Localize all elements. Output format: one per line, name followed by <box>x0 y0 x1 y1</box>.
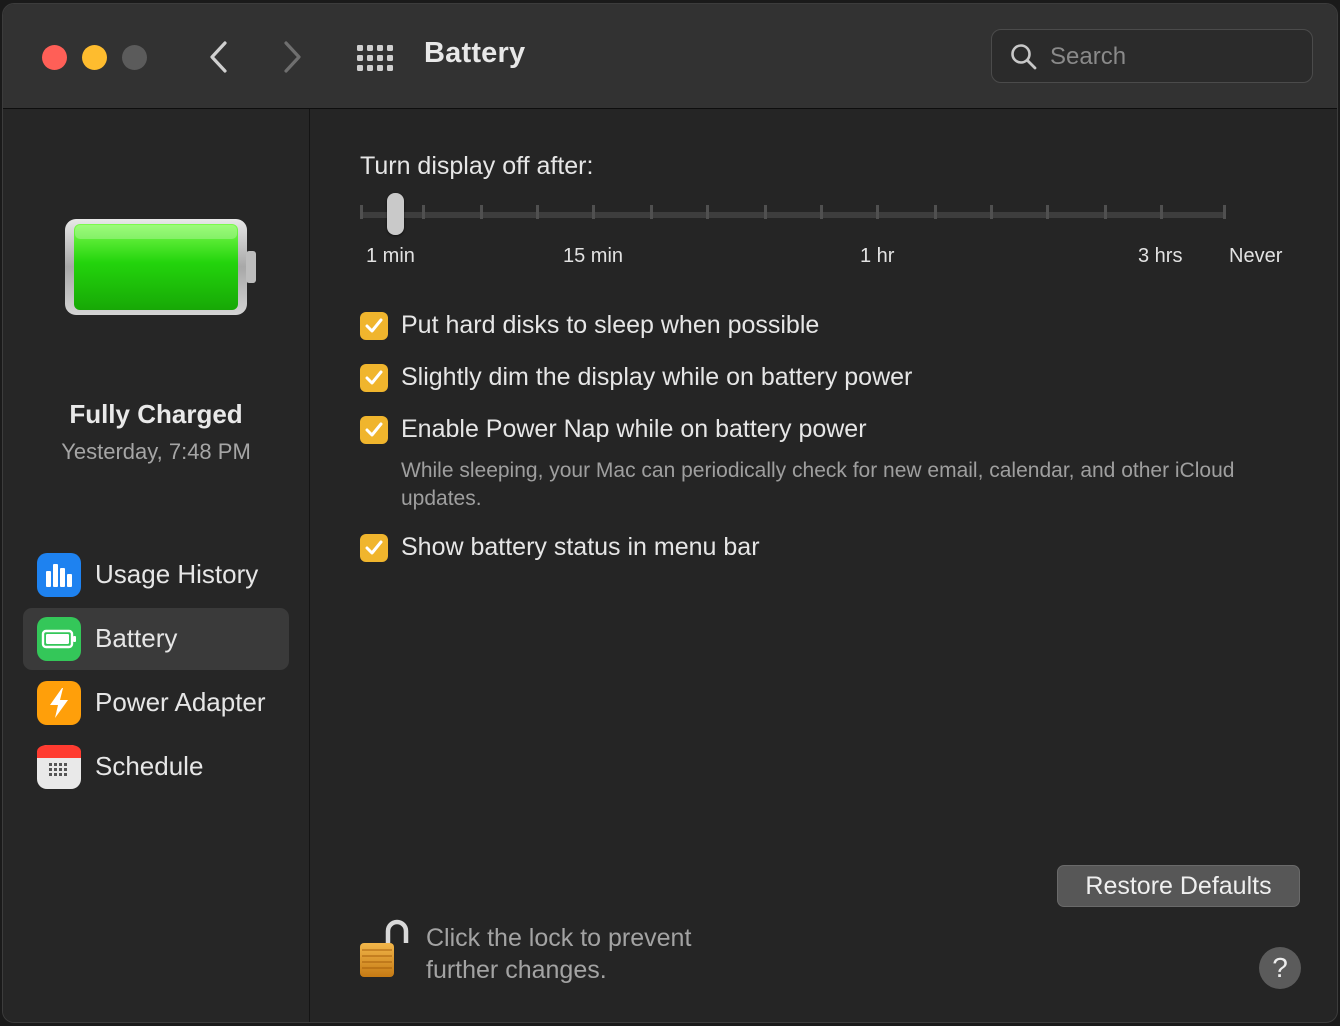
lock-message: Click the lock to prevent further change… <box>426 924 692 984</box>
slider-tick <box>990 205 993 219</box>
search-input[interactable] <box>1050 40 1290 74</box>
sidebar-item-usage-history[interactable]: Usage History <box>23 544 289 606</box>
slider-label-3-hrs: 3 hrs <box>1138 245 1183 267</box>
display-sleep-slider[interactable] <box>360 193 1230 237</box>
minimize-window-button[interactable] <box>82 45 107 70</box>
hard-disk-sleep-checkbox[interactable] <box>360 312 388 340</box>
slider-tick <box>1223 205 1226 219</box>
checkmark-icon <box>365 540 383 555</box>
slider-tick <box>592 205 595 219</box>
lock-button[interactable] <box>358 917 410 986</box>
checkbox-label: Put hard disks to sleep when possible <box>401 311 820 339</box>
power-nap-description: While sleeping, your Mac can periodicall… <box>401 459 1235 510</box>
checkmark-icon <box>365 318 383 333</box>
slider-tick <box>1160 205 1163 219</box>
slider-track <box>360 212 1226 218</box>
sidebar-item-label: Usage History <box>95 559 259 589</box>
grid-icon <box>357 45 393 71</box>
slider-tick <box>422 205 425 219</box>
checkbox-label: Slightly dim the display while on batter… <box>401 363 913 391</box>
slider-tick <box>650 205 653 219</box>
checkbox-label: Show battery status in menu bar <box>401 533 760 561</box>
slider-label-1-min: 1 min <box>366 245 415 267</box>
search-icon <box>1011 44 1037 70</box>
display-sleep-label: Turn display off after: <box>360 152 594 180</box>
sidebar: Fully Charged Yesterday, 7:48 PM Usage H… <box>3 109 310 1022</box>
restore-defaults-button[interactable]: Restore Defaults <box>1057 865 1300 907</box>
power-nap-checkbox[interactable] <box>360 416 388 444</box>
back-button[interactable] <box>203 38 233 76</box>
slider-tick <box>360 205 363 219</box>
charge-status-title: Fully Charged <box>69 399 243 429</box>
checkbox-label: Enable Power Nap while on battery power <box>401 415 867 443</box>
sidebar-item-label: Schedule <box>95 751 204 781</box>
sidebar-item-label: Power Adapter <box>95 687 266 717</box>
slider-tick <box>934 205 937 219</box>
forward-button[interactable] <box>277 38 307 76</box>
slider-label-1-hr: 1 hr <box>860 245 895 267</box>
battery-settings-panel: Turn display off after: 1 min 15 min 1 h… <box>310 109 1337 1022</box>
zoom-window-button[interactable] <box>122 45 147 70</box>
show-all-grid-button[interactable] <box>355 43 393 73</box>
chevron-right-icon <box>284 41 301 73</box>
slider-label-15-min: 15 min <box>563 245 624 267</box>
search-field[interactable] <box>991 29 1313 83</box>
system-preferences-window: Battery Search Fully Charged Yesterday, … <box>2 3 1338 1023</box>
slider-tick <box>764 205 767 219</box>
slider-tick <box>1104 205 1107 219</box>
slider-label-never: Never <box>1229 245 1283 267</box>
checkmark-icon <box>365 422 383 437</box>
sidebar-item-power-adapter[interactable]: Power Adapter <box>23 672 289 734</box>
power-adapter-icon <box>37 681 81 725</box>
slider-tick <box>706 205 709 219</box>
slider-tick <box>820 205 823 219</box>
charge-status-time: Yesterday, 7:48 PM <box>61 439 251 464</box>
unlocked-padlock-icon <box>360 919 409 977</box>
close-window-button[interactable] <box>42 45 67 70</box>
help-button[interactable]: ? <box>1259 947 1301 989</box>
sidebar-item-battery[interactable]: Battery <box>23 608 289 670</box>
slider-thumb[interactable] <box>387 193 404 235</box>
window-title: Battery <box>424 37 526 69</box>
toolbar: Battery <box>3 4 1337 109</box>
slider-tick <box>480 205 483 219</box>
schedule-icon <box>37 745 81 789</box>
chevron-left-icon <box>210 41 227 73</box>
dim-display-checkbox[interactable] <box>360 364 388 392</box>
menu-bar-status-checkbox[interactable] <box>360 534 388 562</box>
slider-tick <box>876 205 879 219</box>
slider-tick <box>1046 205 1049 219</box>
checkmark-icon <box>365 370 383 385</box>
sidebar-item-label: Battery <box>95 623 178 653</box>
usage-history-icon <box>37 553 81 597</box>
slider-tick <box>536 205 539 219</box>
battery-status-icon <box>65 219 256 315</box>
battery-icon <box>37 617 81 661</box>
sidebar-item-schedule[interactable]: Schedule <box>23 736 289 798</box>
